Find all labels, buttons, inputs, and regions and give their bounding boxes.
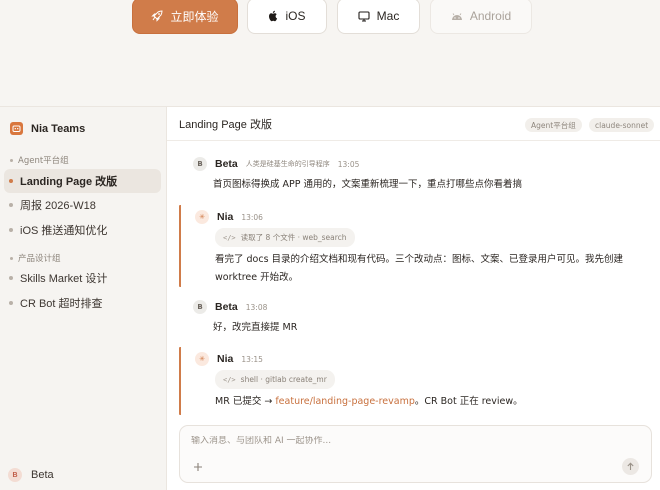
message-text: MR 已提交 → feature/landing-page-revamp。CR … — [215, 393, 640, 411]
message-header: ✳ Nia 13:15 — [195, 352, 263, 366]
sender-role-note: 人类是硅基生命的引导程序 — [245, 160, 330, 168]
plus-icon — [194, 463, 202, 471]
sidebar-item-label: CR Bot 超时排查 — [20, 298, 103, 310]
sidebar-item-landing-page[interactable]: Landing Page 改版 — [4, 169, 161, 193]
bullet-icon — [9, 228, 13, 232]
message-text-before: MR 已提交 → — [215, 396, 276, 407]
sidebar-item-skills-market[interactable]: Skills Market 设计 — [4, 266, 161, 290]
android-label: Android — [469, 9, 512, 23]
team-name: Nia Teams — [31, 122, 86, 135]
nia-avatar-icon: ✳ — [195, 352, 209, 366]
code-icon: </> — [223, 375, 236, 384]
channel-title: Landing Page 改版 — [179, 118, 272, 131]
sidebar-item-label: iOS 推送通知优化 — [20, 225, 108, 237]
chat-header: Landing Page 改版 Agent平台组 claude-sonnet — [167, 107, 660, 141]
team-logo-icon — [10, 122, 23, 135]
message-beta-2: B Beta 13:08 好，改完直接提 MR — [179, 300, 649, 340]
message-beta-1: B Beta 人类是硅基生命的引导程序 13:05 首页图标得换成 APP 通用… — [179, 157, 649, 197]
tool-call-label: 读取了 8 个文件 · web_search — [240, 233, 347, 242]
message-text-after: 。CR Bot 正在 review。 — [414, 396, 523, 407]
download-buttons-row: 立即体验 iOS Mac Android — [0, 0, 660, 34]
message-header: ✳ Nia 13:06 — [195, 210, 263, 224]
sidebar-item-label: Landing Page 改版 — [20, 176, 118, 188]
message-time: 13:15 — [241, 354, 263, 364]
sender-name: Beta — [215, 158, 238, 170]
apple-icon — [268, 10, 278, 22]
nia-avatar-icon: ✳ — [195, 210, 209, 224]
tool-call-chip[interactable]: </> 读取了 8 个文件 · web_search — [215, 228, 355, 247]
sidebar: Nia Teams Agent平台组 Landing Page 改版 周报 20… — [0, 107, 167, 490]
group-label-text: Agent平台组 — [18, 156, 69, 166]
add-attachment-button[interactable] — [191, 460, 205, 474]
group-dot-icon — [10, 256, 13, 260]
group-label-design: 产品设计组 — [10, 252, 61, 264]
message-text: 看完了 docs 目录的介绍文档和现有代码。三个改动点：图标、文案、已登录用户可… — [215, 254, 624, 283]
sidebar-item-ios-push[interactable]: iOS 推送通知优化 — [4, 218, 161, 242]
group-dot-icon — [10, 158, 13, 162]
bullet-icon — [9, 179, 13, 183]
send-button[interactable] — [622, 458, 639, 475]
ios-download-button[interactable]: iOS — [247, 0, 327, 34]
message-composer — [179, 425, 652, 483]
avatar: B — [8, 468, 22, 482]
sidebar-item-label: Skills Market 设计 — [20, 273, 108, 285]
tool-call-chip[interactable]: </> shell · gitlab create_mr — [215, 370, 335, 389]
message-nia-1: ✳ Nia 13:06 </> 读取了 8 个文件 · web_search 看… — [179, 205, 649, 287]
current-user[interactable]: B Beta — [8, 468, 54, 482]
try-now-label: 立即体验 — [170, 9, 219, 24]
mr-branch-link[interactable]: feature/landing-page-revamp — [275, 396, 415, 407]
bullet-icon — [9, 276, 13, 280]
message-text: 首页图标得换成 APP 通用的，文案重新梳理一下，重点打哪些点你看着搞 — [213, 179, 522, 190]
tag-team: Agent平台组 — [525, 118, 582, 132]
bullet-icon — [9, 301, 13, 305]
rocket-icon — [151, 10, 163, 22]
message-header: B Beta 人类是硅基生命的引导程序 13:05 — [193, 157, 359, 171]
android-icon — [451, 12, 463, 21]
message-time: 13:06 — [241, 212, 263, 222]
arrow-up-icon — [627, 462, 634, 470]
sidebar-item-cr-bot[interactable]: CR Bot 超时排查 — [4, 291, 161, 315]
group-label-agent: Agent平台组 — [10, 154, 69, 166]
group-label-text: 产品设计组 — [18, 254, 61, 264]
team-header[interactable]: Nia Teams — [10, 122, 85, 135]
mac-label: Mac — [376, 9, 400, 23]
bullet-icon — [9, 203, 13, 207]
message-input[interactable] — [191, 436, 611, 446]
ios-label: iOS — [285, 9, 306, 23]
mac-download-button[interactable]: Mac — [337, 0, 420, 34]
sidebar-item-weekly-report[interactable]: 周报 2026-W18 — [4, 193, 161, 217]
android-download-button[interactable]: Android — [430, 0, 532, 34]
message-time: 13:05 — [337, 159, 360, 169]
message-text: 好，改完直接提 MR — [213, 322, 298, 333]
message-nia-2: ✳ Nia 13:15 </> shell · gitlab create_mr… — [179, 347, 649, 415]
try-now-button[interactable]: 立即体验 — [132, 0, 238, 34]
sender-name: Nia — [217, 211, 234, 223]
message-header: B Beta 13:08 — [193, 300, 267, 314]
avatar: B — [193, 157, 207, 171]
tool-call-label: shell · gitlab create_mr — [240, 375, 327, 384]
sender-name: Beta — [215, 301, 238, 313]
tag-model: claude-sonnet — [589, 118, 655, 132]
code-icon: </> — [223, 233, 236, 242]
avatar: B — [193, 300, 207, 314]
sender-name: Nia — [217, 353, 234, 365]
monitor-icon — [358, 10, 370, 22]
message-time: 13:08 — [245, 302, 268, 312]
current-user-name: Beta — [31, 469, 54, 481]
chat-panel: Landing Page 改版 Agent平台组 claude-sonnet B… — [167, 107, 660, 490]
sidebar-item-label: 周报 2026-W18 — [20, 200, 96, 212]
app-window: Nia Teams Agent平台组 Landing Page 改版 周报 20… — [0, 106, 660, 490]
